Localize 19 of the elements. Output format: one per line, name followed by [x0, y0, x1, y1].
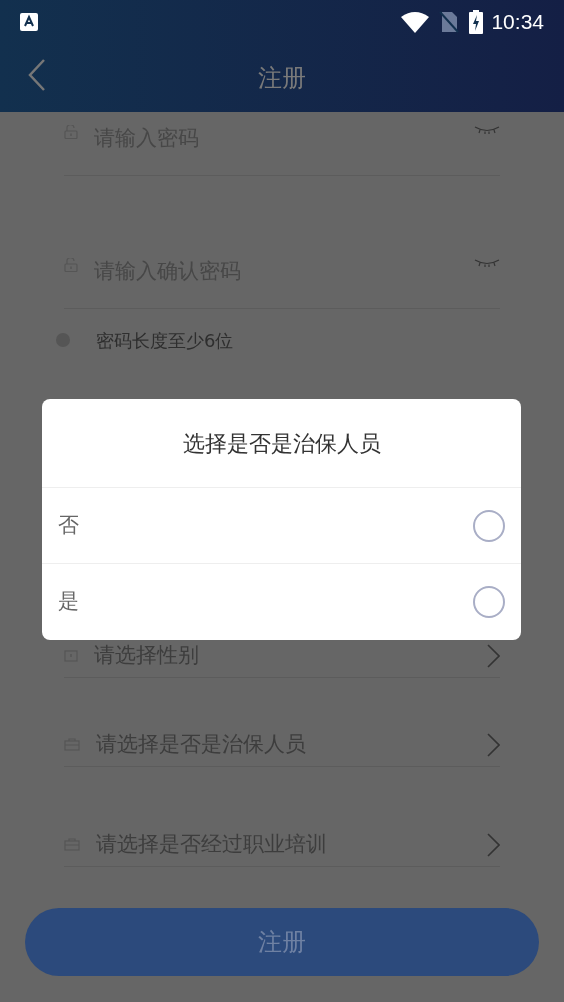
clock-time: 10:34	[491, 9, 544, 36]
wifi-icon	[401, 11, 430, 33]
back-icon[interactable]	[28, 59, 46, 91]
radio-button[interactable]	[473, 509, 505, 542]
chevron-right-icon	[486, 832, 500, 857]
chevron-right-icon	[486, 732, 500, 757]
password-hint: 密码长度至少6位	[96, 328, 234, 353]
no-sim-icon	[439, 11, 460, 33]
page-title: 注册	[258, 63, 306, 94]
eye-closed-icon[interactable]	[474, 258, 500, 268]
chevron-right-icon	[486, 643, 500, 668]
eye-closed-icon[interactable]	[474, 125, 500, 135]
register-button[interactable]: 注册	[25, 908, 539, 976]
battery-icon	[469, 10, 484, 34]
dialog-title: 选择是否是治保人员	[182, 429, 381, 458]
option-row[interactable]: 是	[42, 564, 521, 640]
option-row[interactable]: 否	[42, 488, 521, 564]
radio-button[interactable]	[473, 586, 505, 618]
notification-icon	[20, 13, 38, 31]
